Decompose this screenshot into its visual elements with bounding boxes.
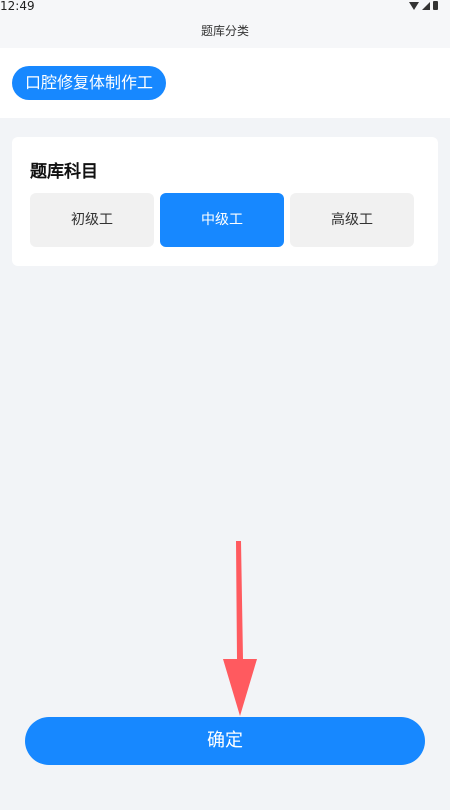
annotation-arrow xyxy=(223,541,257,716)
battery-icon xyxy=(433,1,438,10)
page-title: 题库分类 xyxy=(200,24,249,38)
level-options: 初级工 中级工 高级工 xyxy=(30,193,414,247)
level-option-junior[interactable]: 初级工 xyxy=(30,193,154,247)
confirm-button[interactable]: 确定 xyxy=(25,717,425,765)
category-section: 口腔修复体制作工 xyxy=(0,48,450,118)
top-header: 题库分类 xyxy=(0,16,450,48)
subject-card: 题库科目 初级工 中级工 高级工 xyxy=(12,137,438,266)
status-bar: 12:49 xyxy=(0,0,450,16)
status-time: 12:49 xyxy=(0,0,35,13)
wifi-icon xyxy=(409,1,419,10)
level-option-senior[interactable]: 高级工 xyxy=(290,193,414,247)
status-icons xyxy=(409,1,438,10)
category-chip[interactable]: 口腔修复体制作工 xyxy=(12,66,167,100)
level-option-intermediate[interactable]: 中级工 xyxy=(160,193,284,247)
subject-title: 题库科目 xyxy=(30,162,98,182)
signal-icon xyxy=(422,1,430,10)
